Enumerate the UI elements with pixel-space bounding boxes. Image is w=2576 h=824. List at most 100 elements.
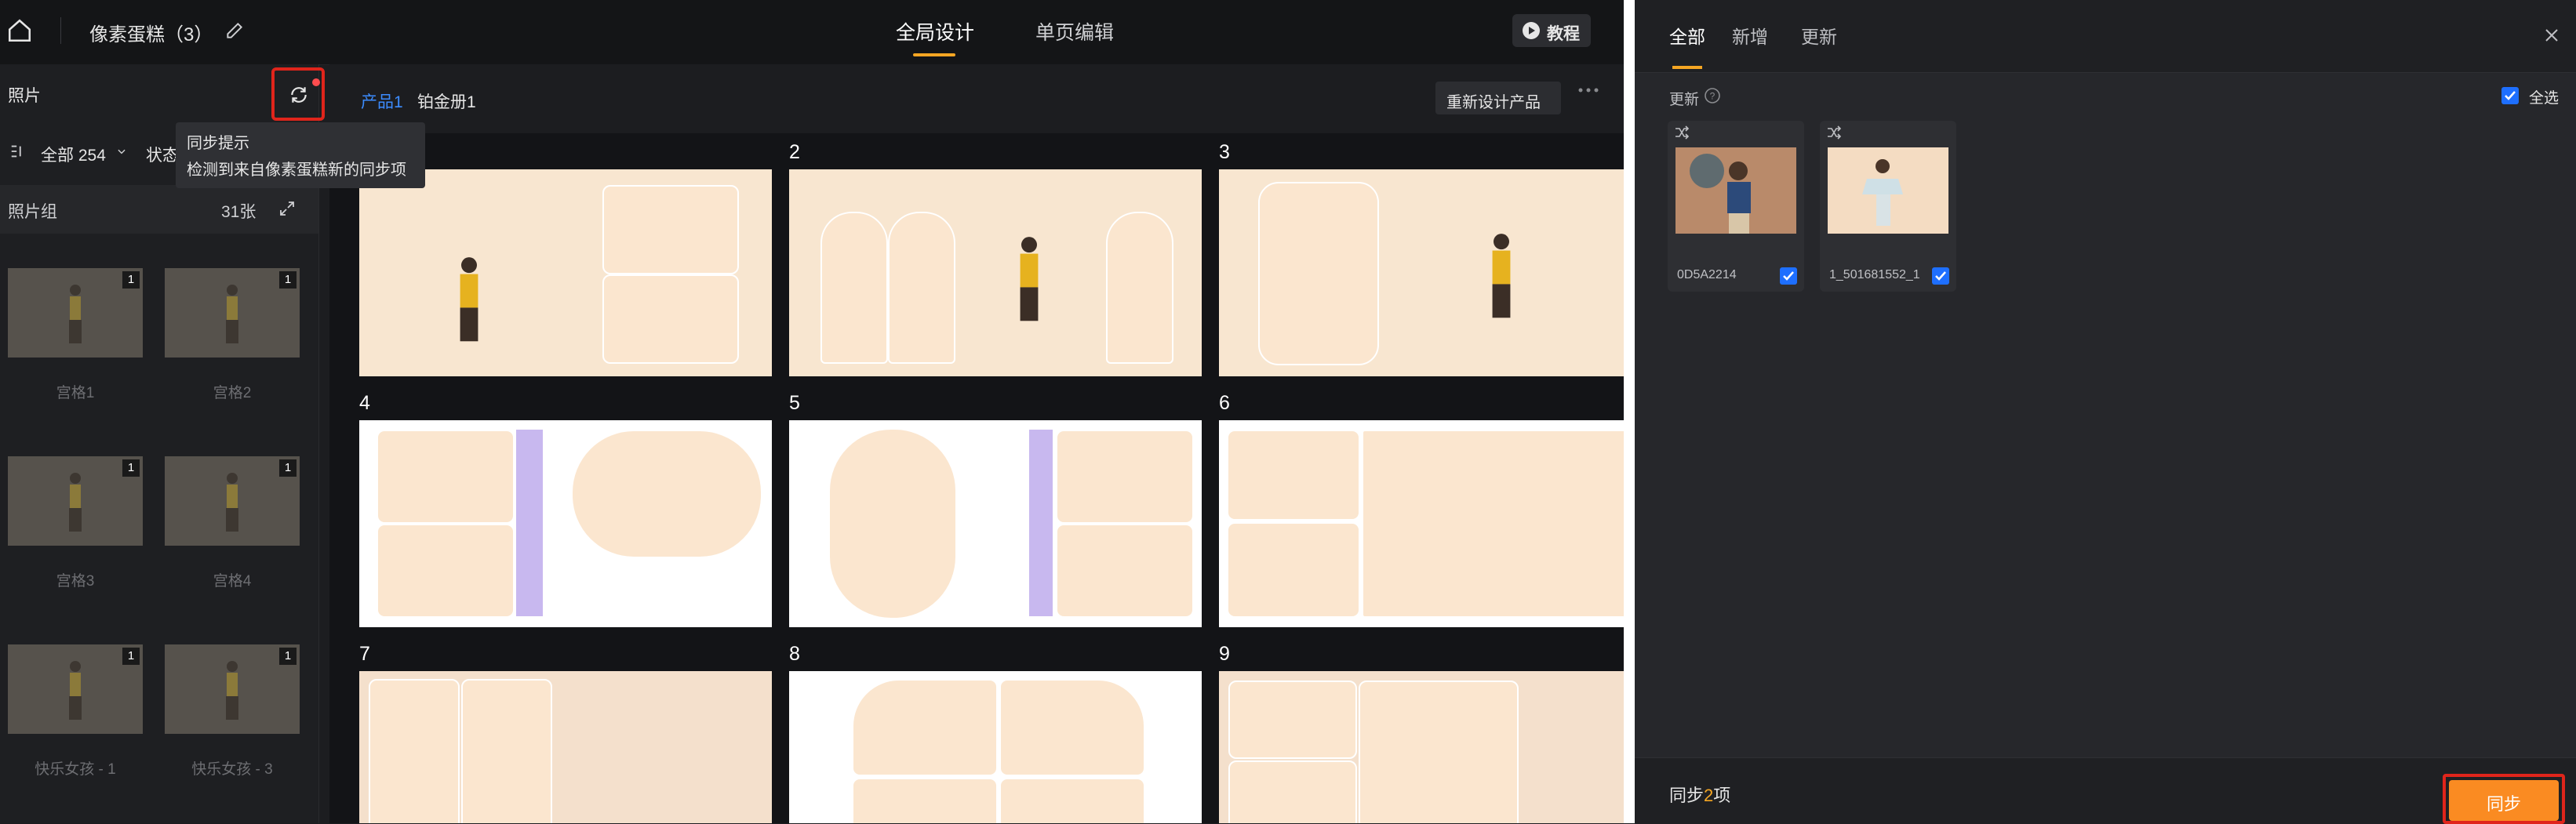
document-title: 像素蛋糕（3）	[89, 24, 213, 45]
sync-tooltip: 同步提示 检测到来自像素蛋糕新的同步项	[176, 122, 425, 188]
child-figure-icon	[69, 285, 82, 343]
page-number: 7	[359, 643, 370, 665]
select-all-checkbox[interactable]	[2501, 86, 2520, 105]
tutorial-button[interactable]: 教程	[1512, 14, 1591, 47]
thumbnail-label: 宫格3	[56, 573, 95, 590]
edit-icon[interactable]	[224, 20, 245, 41]
photo-panel	[828, 428, 957, 619]
help-icon[interactable]: ?	[1704, 87, 1721, 104]
photo-panel	[1227, 430, 1360, 521]
sync-item-card[interactable]: 1_501681552_1	[1820, 121, 1956, 292]
chevron-down-icon[interactable]	[116, 146, 127, 157]
child-figure-icon	[69, 661, 82, 720]
photo-name: 0D5A2214	[1677, 268, 1737, 281]
top-bar: 像素蛋糕（3） 全局设计 单页编辑 教程	[0, 0, 1624, 65]
album-page[interactable]	[1219, 671, 1624, 823]
home-icon[interactable]	[6, 17, 33, 44]
sync-count-number: 2	[1704, 786, 1714, 805]
photo-name: 1_501681552_1	[1829, 268, 1920, 281]
redesign-product-button[interactable]: 重新设计产品	[1435, 82, 1561, 114]
breadcrumb-product[interactable]: 产品1	[361, 89, 403, 113]
item-checkbox[interactable]	[1931, 267, 1950, 285]
photo-panel	[377, 430, 515, 524]
photo-panel	[1228, 760, 1357, 823]
tab-new[interactable]: 新增	[1732, 22, 1768, 49]
more-icon[interactable]	[1577, 86, 1600, 94]
photo-panel	[369, 679, 460, 823]
sync-count-text: 同步2项	[1669, 782, 1730, 807]
update-section-label: 更新	[1669, 92, 1700, 108]
tooltip-text: 检测到来自像素蛋糕新的同步项	[187, 162, 406, 179]
sync-submit-label: 同步	[2486, 794, 2521, 814]
tab-single-page-edit[interactable]: 单页编辑	[1035, 17, 1114, 45]
photo-panel	[852, 679, 998, 776]
sync-button[interactable]	[271, 67, 325, 121]
tab-global-design[interactable]: 全局设计	[896, 17, 974, 45]
album-page[interactable]	[359, 671, 772, 823]
page-number: 2	[789, 141, 800, 163]
photo-thumbnail	[1675, 147, 1796, 234]
select-all-label: 全选	[2529, 90, 2560, 107]
photo-count-badge: 1	[122, 271, 140, 289]
sync-panel: 全部 新增 更新 更新 ? 全选 0D5A2214 1_501681552_1 …	[1635, 0, 2576, 824]
photo-panel	[888, 212, 955, 364]
filter-status-dropdown[interactable]: 状态	[146, 143, 179, 166]
photo-thumbnail	[1828, 147, 1948, 234]
close-icon[interactable]	[2545, 28, 2559, 42]
album-page[interactable]	[359, 420, 772, 627]
item-checkbox[interactable]	[1779, 267, 1798, 285]
tab-all[interactable]: 全部	[1669, 22, 1705, 49]
breadcrumb-album[interactable]: 铂金册1	[417, 89, 476, 113]
photo-sidebar: 照片 同步提示 检测到来自像素蛋糕新的同步项 全部 254 状态 照片组 31张	[0, 64, 425, 823]
child-figure-icon	[460, 257, 478, 342]
photo-panel	[377, 524, 515, 618]
page-number: 6	[1219, 392, 1230, 414]
photo-thumbnail[interactable]: 1	[8, 644, 143, 734]
photo-panel	[999, 679, 1145, 776]
photo-panel	[1227, 522, 1360, 618]
thumbnail-label: 快乐女孩 - 1	[35, 761, 116, 778]
photo-panel	[1362, 430, 1624, 618]
expand-icon[interactable]	[278, 199, 297, 218]
child-figure-icon	[1020, 237, 1039, 321]
photo-panel	[999, 778, 1145, 823]
page-number: 9	[1219, 643, 1230, 665]
decor-strip	[516, 430, 543, 616]
album-page[interactable]	[1219, 169, 1624, 376]
photo-count-badge: 1	[279, 459, 297, 477]
photo-thumbnail[interactable]: 1	[165, 644, 300, 734]
album-page[interactable]	[789, 420, 1202, 627]
svg-text:?: ?	[1710, 91, 1716, 102]
child-figure-icon	[226, 473, 238, 532]
photo-panel	[852, 778, 998, 823]
tooltip-title: 同步提示	[187, 135, 249, 152]
tutorial-label: 教程	[1547, 25, 1580, 43]
filter-all-dropdown[interactable]: 全部 254	[41, 143, 106, 166]
photo-thumbnail[interactable]: 1	[8, 456, 143, 546]
sidebar-title: 照片	[8, 87, 41, 105]
album-page[interactable]	[789, 169, 1202, 376]
sync-item-card[interactable]: 0D5A2214	[1668, 121, 1804, 292]
photo-thumbnail[interactable]: 1	[165, 456, 300, 546]
sync-submit-highlight: 同步	[2443, 774, 2565, 824]
sync-submit-button[interactable]: 同步	[2449, 780, 2559, 821]
photo-thumbnail[interactable]: 1	[165, 268, 300, 358]
page-number: 3	[1219, 141, 1230, 163]
photo-panel	[1359, 681, 1519, 823]
tab-update[interactable]: 更新	[1801, 22, 1837, 49]
photo-panel	[1228, 681, 1357, 759]
filter-list-icon[interactable]	[9, 143, 27, 160]
redesign-label: 重新设计产品	[1446, 94, 1541, 111]
active-tab-underline	[913, 53, 955, 56]
album-page[interactable]	[1219, 420, 1624, 627]
shuffle-icon	[1675, 125, 1690, 140]
photo-panel	[1056, 524, 1194, 618]
active-tab-underline	[1672, 66, 1702, 69]
album-page[interactable]	[789, 671, 1202, 823]
toolbar-divider	[60, 17, 61, 44]
album-page[interactable]	[359, 169, 772, 376]
child-figure-icon	[226, 661, 238, 720]
photo-panel	[1056, 430, 1194, 524]
photo-panel	[1258, 182, 1379, 365]
photo-thumbnail[interactable]: 1	[8, 268, 143, 358]
